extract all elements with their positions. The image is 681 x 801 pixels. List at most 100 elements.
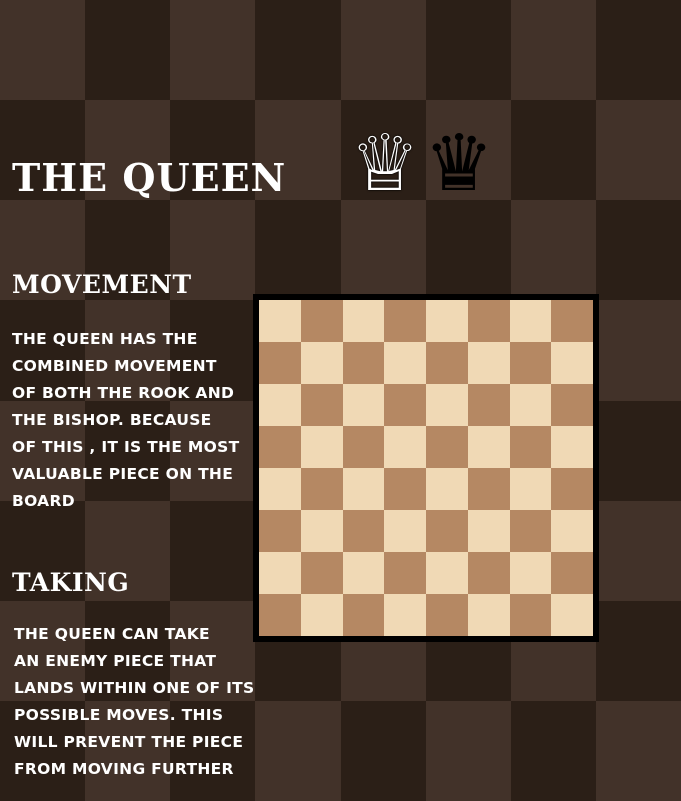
chess-board [253, 294, 599, 642]
board-square[interactable] [384, 342, 426, 384]
board-square[interactable] [300, 300, 343, 342]
board-square[interactable] [426, 594, 468, 636]
background-square [595, 300, 681, 401]
board-square[interactable] [300, 552, 343, 594]
taking-text: The queen can take an enemy piece that l… [14, 621, 255, 783]
board-square[interactable] [259, 384, 301, 426]
background-square [510, 100, 596, 201]
board-square[interactable] [342, 468, 385, 510]
background-square [340, 700, 426, 801]
queen-pieces: ♕ ♛ [350, 124, 494, 204]
board-square[interactable] [509, 300, 552, 342]
background-square [510, 0, 596, 101]
background-square [595, 0, 681, 101]
board-square[interactable] [384, 594, 426, 636]
background-square [595, 400, 681, 501]
board-square[interactable] [259, 594, 301, 636]
board-square[interactable] [509, 468, 552, 510]
board-square[interactable] [342, 594, 385, 636]
board-square[interactable] [384, 552, 426, 594]
movement-text: The queen has the combined movement of b… [12, 326, 239, 515]
background-square [255, 200, 341, 301]
board-square[interactable] [467, 468, 510, 510]
chess-board-grid [259, 300, 593, 636]
background-square [425, 200, 511, 301]
movement-line: of both the rook and [12, 384, 235, 402]
board-square[interactable] [467, 594, 510, 636]
movement-line: valuable piece on the [12, 465, 234, 483]
board-square[interactable] [509, 426, 552, 468]
background-square [340, 200, 426, 301]
board-square[interactable] [551, 468, 593, 510]
background-square [170, 500, 256, 601]
board-square[interactable] [300, 594, 343, 636]
board-square[interactable] [426, 468, 468, 510]
background-square [595, 700, 681, 801]
board-square[interactable] [426, 552, 468, 594]
background-square [595, 200, 681, 301]
board-square[interactable] [509, 384, 552, 426]
board-square[interactable] [384, 510, 426, 552]
background-square [595, 600, 681, 701]
background-square [595, 100, 681, 201]
background-square [85, 0, 171, 101]
board-square[interactable] [384, 426, 426, 468]
board-square[interactable] [467, 510, 510, 552]
movement-line: combined movement [12, 357, 217, 375]
board-square[interactable] [259, 426, 301, 468]
board-square[interactable] [467, 426, 510, 468]
board-square[interactable] [259, 300, 301, 342]
movement-line: of this , it is the most [12, 438, 240, 456]
board-square[interactable] [426, 426, 468, 468]
board-square[interactable] [551, 510, 593, 552]
board-square[interactable] [384, 384, 426, 426]
taking-line: from moving further [14, 760, 234, 778]
board-square[interactable] [300, 342, 343, 384]
board-square[interactable] [384, 300, 426, 342]
board-square[interactable] [509, 510, 552, 552]
board-square[interactable] [426, 384, 468, 426]
board-square[interactable] [342, 342, 385, 384]
board-square[interactable] [551, 594, 593, 636]
background-square [0, 0, 86, 101]
board-square[interactable] [384, 468, 426, 510]
board-square[interactable] [342, 510, 385, 552]
board-square[interactable] [551, 342, 593, 384]
board-square[interactable] [342, 384, 385, 426]
board-square[interactable] [342, 552, 385, 594]
board-square[interactable] [509, 552, 552, 594]
board-square[interactable] [300, 510, 343, 552]
page-title: The Queen [12, 155, 287, 200]
board-square[interactable] [426, 342, 468, 384]
board-square[interactable] [551, 552, 593, 594]
board-square[interactable] [300, 468, 343, 510]
board-square[interactable] [551, 426, 593, 468]
background-square [510, 700, 596, 801]
board-square[interactable] [259, 552, 301, 594]
board-square[interactable] [259, 510, 301, 552]
board-square[interactable] [509, 594, 552, 636]
board-square[interactable] [259, 468, 301, 510]
background-square [340, 0, 426, 101]
board-square[interactable] [300, 426, 343, 468]
board-square[interactable] [259, 342, 301, 384]
movement-line: The queen has the [12, 330, 198, 348]
board-square[interactable] [467, 300, 510, 342]
taking-line: will prevent the piece [14, 733, 244, 751]
board-square[interactable] [426, 300, 468, 342]
taking-heading: Taking [12, 568, 130, 597]
board-square[interactable] [509, 342, 552, 384]
board-square[interactable] [342, 300, 385, 342]
board-square[interactable] [342, 426, 385, 468]
board-square[interactable] [300, 384, 343, 426]
board-square[interactable] [551, 300, 593, 342]
board-square[interactable] [467, 552, 510, 594]
background-square [595, 500, 681, 601]
background-square [510, 200, 596, 301]
board-square[interactable] [467, 384, 510, 426]
board-square[interactable] [426, 510, 468, 552]
background-square [255, 0, 341, 101]
board-square[interactable] [551, 384, 593, 426]
background-square [425, 0, 511, 101]
board-square[interactable] [467, 342, 510, 384]
